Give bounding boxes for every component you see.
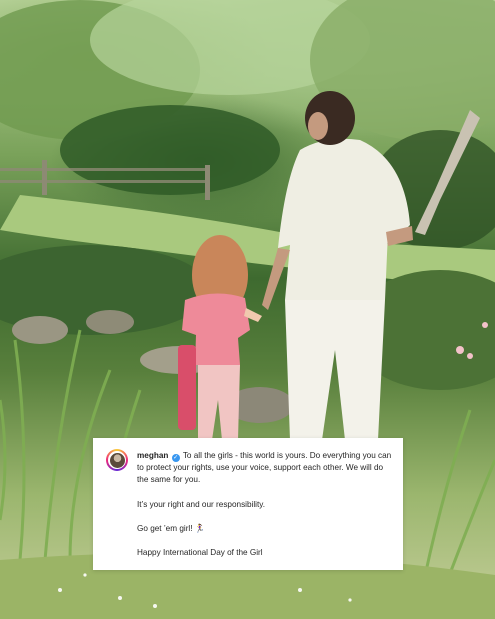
verified-badge-icon: ✓ <box>171 454 180 462</box>
profile-avatar[interactable] <box>106 449 128 471</box>
post-photo: meghan ✓ To all the girls - this world i… <box>0 0 495 619</box>
caption-paragraph: It’s your right and our responsibility. <box>137 499 266 509</box>
post-caption: meghan ✓ To all the girls - this world i… <box>137 450 395 559</box>
instagram-caption-card: meghan ✓ To all the girls - this world i… <box>93 438 403 570</box>
caption-paragraph: Happy International Day of the Girl <box>137 548 263 558</box>
caption-paragraph: Go get ’em girl! 🏃‍♀️ <box>137 523 205 533</box>
running-woman-emoji-icon: 🏃‍♀️ <box>194 523 205 533</box>
username-link[interactable]: meghan <box>137 451 168 460</box>
